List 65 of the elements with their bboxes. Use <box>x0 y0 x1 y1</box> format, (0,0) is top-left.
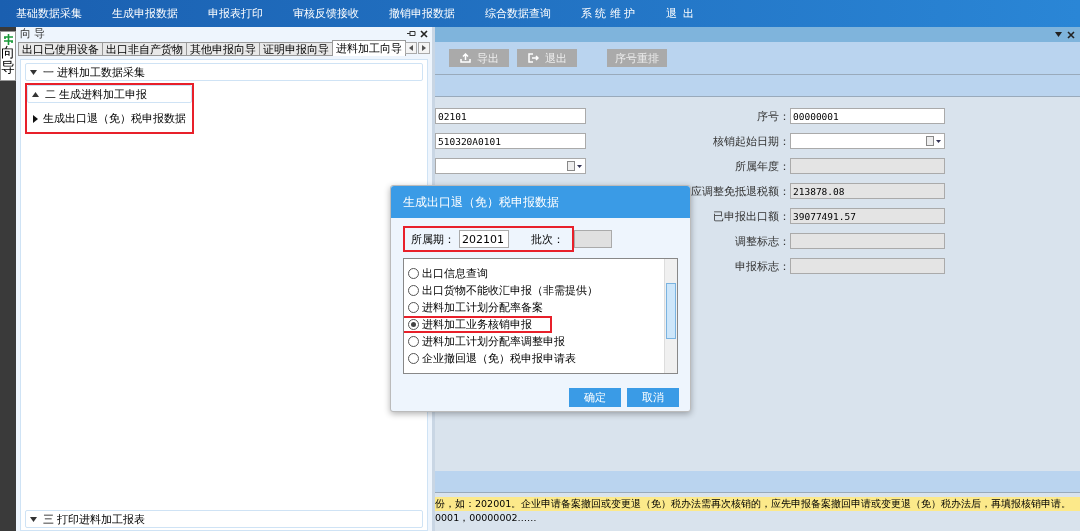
input-field[interactable] <box>790 158 945 174</box>
caret-down-icon <box>30 516 37 522</box>
menu-item[interactable]: 申报表打印 <box>208 6 263 21</box>
section-header[interactable]: 二 生成进料加工申报 <box>27 85 192 103</box>
field-label: 所属年度： <box>734 158 790 174</box>
panel-title: 向 导 <box>20 26 46 41</box>
input-field[interactable]: 202101 <box>459 230 509 248</box>
tab[interactable]: 证明申报向导 <box>259 42 333 56</box>
date-field[interactable] <box>790 133 945 149</box>
menu-item[interactable]: 生成申报数据 <box>112 6 178 21</box>
close-icon[interactable] <box>420 29 428 38</box>
menu-item[interactable]: 审核反馈接收 <box>293 6 359 21</box>
scroll-left-icon[interactable] <box>405 42 417 54</box>
tab[interactable]: 出口已使用设备 <box>18 42 103 56</box>
menu-item[interactable]: 基础数据采集 <box>16 6 82 21</box>
radio-option[interactable]: 出口信息查询 <box>404 265 508 282</box>
triangle-icon <box>33 114 38 123</box>
field-label: 申报标志： <box>734 258 790 274</box>
caret-down-icon <box>30 69 37 75</box>
input-field[interactable] <box>574 230 612 248</box>
menu-item[interactable]: 退 出 <box>665 6 695 21</box>
tab[interactable]: 其他申报向导 <box>186 42 260 56</box>
input-field[interactable] <box>790 233 945 249</box>
tab[interactable]: 出口非自产货物 <box>102 42 187 56</box>
radio-option[interactable]: 进料加工业务核销申报 <box>404 316 552 333</box>
field-label: 所属期： <box>411 231 455 247</box>
hint-text: 0001，00000002…… <box>435 511 538 525</box>
scroll-right-icon[interactable] <box>418 42 430 54</box>
guide-item[interactable]: 生成出口退（免）税申报数据 <box>27 105 192 132</box>
radio-option[interactable]: 出口货物不能收汇申报（非需提供） <box>404 282 618 299</box>
field-label: 应调整免抵退税额： <box>690 183 790 199</box>
input-field[interactable]: 39077491.57 <box>790 208 945 224</box>
calendar-dropdown-icon[interactable] <box>567 161 583 171</box>
field-label: 序号： <box>756 108 790 124</box>
field-label: 批次： <box>531 231 564 247</box>
signpost-icon <box>2 34 14 45</box>
exit-icon <box>527 53 539 63</box>
scrollbar[interactable] <box>664 259 677 373</box>
field-label: 已申报出口额： <box>712 208 790 224</box>
input-field[interactable]: 510320A0101 <box>435 133 586 149</box>
menu-item[interactable]: 系 统 维 护 <box>581 6 636 21</box>
close-icon[interactable] <box>1067 30 1075 39</box>
menu-item[interactable]: 撤销申报数据 <box>389 6 455 21</box>
caret-up-icon <box>32 91 39 97</box>
pin-icon[interactable] <box>407 30 416 37</box>
tab[interactable]: 进料加工向导 <box>332 40 406 56</box>
section-header[interactable]: 三 打印进料加工报表 <box>25 510 423 528</box>
calendar-dropdown-icon[interactable] <box>926 136 942 146</box>
menu-item[interactable]: 综合数据查询 <box>485 6 551 21</box>
dropdown-icon[interactable] <box>1055 32 1062 37</box>
field-label: 核销起始日期： <box>712 133 790 149</box>
field-label: 调整标志： <box>734 233 790 249</box>
radio-option[interactable]: 企业撤回退（免）税申报申请表 <box>404 350 596 367</box>
section-header[interactable]: 一 进料加工数据采集 <box>25 63 423 81</box>
date-field[interactable] <box>435 158 586 174</box>
input-field[interactable]: 02101 <box>435 108 586 124</box>
radio-option[interactable]: 进料加工计划分配率调整申报 <box>404 333 585 350</box>
dialog-title: 生成出口退（免）税申报数据 <box>391 186 690 218</box>
input-field[interactable]: 213878.08 <box>790 183 945 199</box>
side-tab[interactable]: 向导 <box>0 31 16 81</box>
input-field[interactable]: 00000001 <box>790 108 945 124</box>
radio-option[interactable]: 进料加工计划分配率备案 <box>404 299 563 316</box>
input-field[interactable] <box>790 258 945 274</box>
hint-text: 份，如：202001。企业申请备案撤回或变更退（免）税办法需再次核销的，应先申报备案撤回申请或变更退（免）税办法后，再填报核销申请。 <box>435 497 1080 511</box>
upload-icon <box>459 53 471 63</box>
